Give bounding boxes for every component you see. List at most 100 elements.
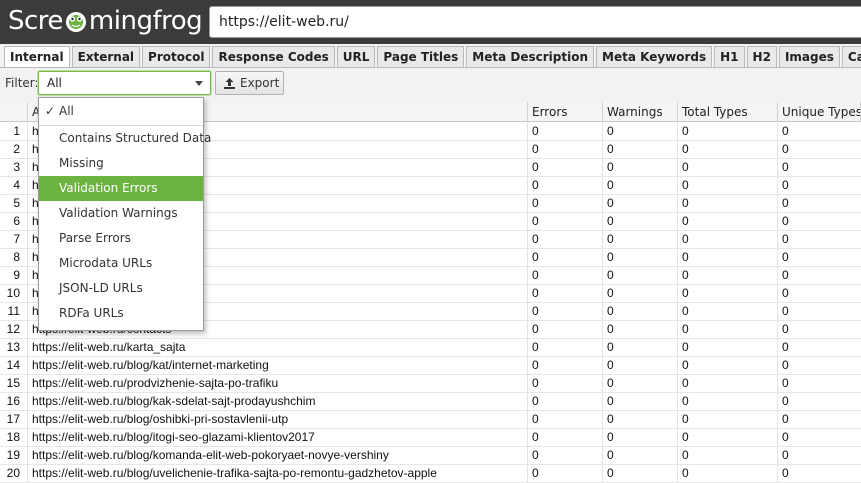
address-cell[interactable]: https://elit-web.ru/blog/kat/internet-ma… xyxy=(28,357,528,374)
unique-types-cell: 0 xyxy=(782,286,789,300)
table-row[interactable]: 18 https://elit-web.ru/blog/itogi-seo-gla… xyxy=(0,429,861,447)
filter-option-label: RDFa URLs xyxy=(59,306,124,320)
column-header-unique-types[interactable]: Unique Types xyxy=(778,102,861,121)
unique-types-cell: 0 xyxy=(782,466,789,480)
errors-cell: 0 xyxy=(528,195,603,212)
table-row[interactable]: 16 https://elit-web.ru/blog/kak-sdelat-sa… xyxy=(0,393,861,411)
filter-option-parse-errors[interactable]: Parse Errors xyxy=(39,226,203,251)
address-cell[interactable]: https://elit-web.ru/blog/komanda-elit-we… xyxy=(28,447,528,464)
warnings-cell: 0 xyxy=(603,177,678,194)
total-types-cell: 0 xyxy=(678,429,778,446)
row-number-cell: 19 xyxy=(0,447,28,464)
table-row[interactable]: 17 https://elit-web.ru/blog/oshibki-pri-s… xyxy=(0,411,861,429)
unique-types-cell: 0 xyxy=(782,304,789,318)
address-cell[interactable]: https://elit-web.ru/prodvizhenie-sajta-p… xyxy=(28,375,528,392)
tab-page-titles[interactable]: Page Titles xyxy=(377,46,465,67)
address-cell[interactable]: https://elit-web.ru/blog/itogi-seo-glaza… xyxy=(28,429,528,446)
address-cell[interactable]: https://elit-web.ru/blog/kak-sdelat-sajt… xyxy=(28,393,528,410)
unique-types-cell: 0 xyxy=(782,250,789,264)
filter-option-all[interactable]: ✓ All xyxy=(39,99,203,124)
total-types-cell: 0 xyxy=(678,303,778,320)
filter-option-missing[interactable]: Missing xyxy=(39,151,203,176)
row-number-cell: 1 xyxy=(0,123,28,140)
tab-canonicals[interactable]: Canonicals xyxy=(841,46,861,67)
warnings-cell: 0 xyxy=(603,339,678,356)
filter-option-microdata-urls[interactable]: Microdata URLs xyxy=(39,251,203,276)
warnings-cell: 0 xyxy=(603,411,678,428)
address-cell[interactable]: https://elit-web.ru/karta_sajta xyxy=(28,339,528,356)
filter-option-contains-structured-data[interactable]: Contains Structured Data xyxy=(39,126,211,151)
address-cell[interactable]: https://elit-web.ru/blog/uvelichenie-tra… xyxy=(28,465,528,482)
filter-select[interactable]: All xyxy=(38,71,211,95)
filter-option-label: Validation Warnings xyxy=(59,206,178,220)
column-header-total-types[interactable]: Total Types xyxy=(678,102,778,121)
errors-cell: 0 xyxy=(528,321,603,338)
row-number-cell: 14 xyxy=(0,357,28,374)
table-row[interactable]: 19 https://elit-web.ru/blog/komanda-elit-… xyxy=(0,447,861,465)
table-row[interactable]: 20 https://elit-web.ru/blog/uvelichenie-t… xyxy=(0,465,861,483)
unique-types-cell: 0 xyxy=(782,196,789,210)
table-row[interactable]: 13 https://elit-web.ru/karta_sajta 0 0 0 0 xyxy=(0,339,861,357)
unique-types-cell: 0 xyxy=(782,412,789,426)
address-cell[interactable]: https://elit-web.ru/blog/oshibki-pri-sos… xyxy=(28,411,528,428)
url-input[interactable]: https://elit-web.ru/ xyxy=(209,6,861,38)
filter-option-validation-warnings[interactable]: Validation Warnings xyxy=(39,201,203,226)
tab-meta-description[interactable]: Meta Description xyxy=(466,46,595,67)
row-number-cell: 9 xyxy=(0,267,28,284)
filter-dropdown-menu: ✓ All Contains Structured Data Missing Valid… xyxy=(38,97,211,331)
row-number-cell: 17 xyxy=(0,411,28,428)
errors-cell: 0 xyxy=(528,285,603,302)
errors-cell: 0 xyxy=(528,231,603,248)
tab-internal[interactable]: Internal xyxy=(4,46,70,67)
tab-url[interactable]: URL xyxy=(336,46,376,67)
unique-types-cell: 0 xyxy=(782,232,789,246)
filter-option-validation-errors[interactable]: Validation Errors xyxy=(39,176,203,201)
warnings-cell: 0 xyxy=(603,393,678,410)
filter-option-json-ld-urls[interactable]: JSON-LD URLs xyxy=(39,276,203,301)
tab-images[interactable]: Images xyxy=(778,46,840,67)
total-types-cell: 0 xyxy=(678,339,778,356)
unique-types-cell: 0 xyxy=(782,142,789,156)
errors-cell: 0 xyxy=(528,411,603,428)
tab-h1[interactable]: H1 xyxy=(714,46,745,67)
table-row[interactable]: 14 https://elit-web.ru/blog/kat/internet-… xyxy=(0,357,861,375)
row-number-cell: 20 xyxy=(0,465,28,482)
export-icon xyxy=(224,77,235,89)
filter-option-label: Microdata URLs xyxy=(59,256,153,270)
warnings-cell: 0 xyxy=(603,159,678,176)
warnings-cell: 0 xyxy=(603,213,678,230)
chevron-down-icon xyxy=(195,81,203,86)
unique-types-cell: 0 xyxy=(782,178,789,192)
warnings-cell: 0 xyxy=(603,429,678,446)
tab-protocol[interactable]: Protocol xyxy=(142,46,211,67)
tab-external[interactable]: External xyxy=(71,46,141,67)
tab-response-codes[interactable]: Response Codes xyxy=(212,46,335,67)
total-types-cell: 0 xyxy=(678,195,778,212)
tab-h2[interactable]: H2 xyxy=(746,46,777,67)
total-types-cell: 0 xyxy=(678,249,778,266)
tab-meta-keywords[interactable]: Meta Keywords xyxy=(596,46,713,67)
warnings-cell: 0 xyxy=(603,249,678,266)
unique-types-cell: 0 xyxy=(782,376,789,390)
filter-option-label: Contains Structured Data xyxy=(59,131,212,145)
row-number-cell: 8 xyxy=(0,249,28,266)
unique-types-cell: 0 xyxy=(782,322,789,336)
filter-option-rdfa-urls[interactable]: RDFa URLs xyxy=(39,301,203,326)
warnings-cell: 0 xyxy=(603,321,678,338)
filter-option-label: JSON-LD URLs xyxy=(59,281,143,295)
warnings-cell: 0 xyxy=(603,123,678,140)
total-types-cell: 0 xyxy=(678,465,778,482)
tab-bar: Internal External Protocol Response Codes UR… xyxy=(4,46,861,67)
column-header-warnings[interactable]: Warnings xyxy=(603,102,678,121)
export-button[interactable]: Export xyxy=(215,71,284,95)
errors-cell: 0 xyxy=(528,375,603,392)
total-types-cell: 0 xyxy=(678,267,778,284)
warnings-cell: 0 xyxy=(603,285,678,302)
unique-types-cell: 0 xyxy=(782,448,789,462)
errors-cell: 0 xyxy=(528,339,603,356)
table-row[interactable]: 15 https://elit-web.ru/prodvizhenie-sajta… xyxy=(0,375,861,393)
errors-cell: 0 xyxy=(528,177,603,194)
logo-text-end: mingfrog xyxy=(88,6,203,36)
row-number-cell: 16 xyxy=(0,393,28,410)
column-header-errors[interactable]: Errors xyxy=(528,102,603,121)
